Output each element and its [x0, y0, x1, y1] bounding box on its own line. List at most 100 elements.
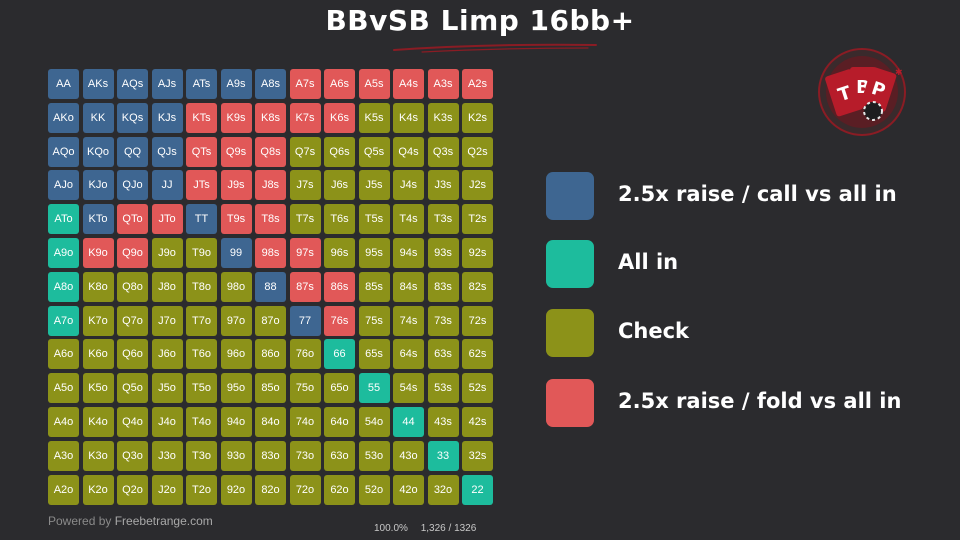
hand-cell-qq[interactable]: QQ: [117, 136, 148, 167]
hand-cell-q2o[interactable]: Q2o: [117, 474, 148, 505]
hand-cell-k2s[interactable]: K2s: [462, 102, 493, 133]
hand-cell-k7s[interactable]: K7s: [289, 102, 321, 133]
hand-cell-64o[interactable]: 64o: [324, 406, 355, 437]
hand-cell-kjo[interactable]: KJo: [82, 170, 114, 201]
hand-cell-64s[interactable]: 64s: [393, 339, 424, 370]
hand-cell-kk[interactable]: KK: [82, 102, 114, 133]
hand-cell-q4s[interactable]: Q4s: [393, 136, 424, 167]
hand-cell-85o[interactable]: 85o: [255, 373, 286, 404]
hand-cell-65o[interactable]: 65o: [324, 373, 355, 404]
hand-cell-a7o[interactable]: A7o: [48, 305, 79, 336]
hand-cell-t4s[interactable]: T4s: [393, 204, 424, 235]
hand-cell-t7o[interactable]: T7o: [186, 305, 217, 336]
hand-cell-98o[interactable]: 98o: [220, 271, 252, 302]
hand-cell-qto[interactable]: QTo: [117, 204, 148, 235]
hand-cell-k8o[interactable]: K8o: [82, 271, 114, 302]
hand-cell-43o[interactable]: 43o: [393, 440, 424, 471]
hand-cell-k5o[interactable]: K5o: [82, 373, 114, 404]
brand-link[interactable]: Freebetrange.com: [115, 514, 213, 528]
hand-cell-73o[interactable]: 73o: [289, 440, 321, 471]
hand-cell-q7o[interactable]: Q7o: [117, 305, 148, 336]
hand-cell-33[interactable]: 33: [427, 440, 459, 471]
hand-cell-q6o[interactable]: Q6o: [117, 339, 148, 370]
hand-cell-88[interactable]: 88: [255, 271, 286, 302]
hand-cell-jto[interactable]: JTo: [151, 204, 183, 235]
hand-cell-96s[interactable]: 96s: [324, 237, 355, 268]
hand-cell-43s[interactable]: 43s: [427, 406, 459, 437]
hand-cell-t7s[interactable]: T7s: [289, 204, 321, 235]
hand-cell-k6s[interactable]: K6s: [324, 102, 355, 133]
hand-cell-42s[interactable]: 42s: [462, 406, 493, 437]
hand-cell-a3s[interactable]: A3s: [427, 69, 459, 99]
hand-cell-a8o[interactable]: A8o: [48, 271, 79, 302]
hand-cell-a5o[interactable]: A5o: [48, 373, 79, 404]
hand-cell-t5o[interactable]: T5o: [186, 373, 217, 404]
hand-cell-t9s[interactable]: T9s: [220, 204, 252, 235]
hand-cell-ajo[interactable]: AJo: [48, 170, 79, 201]
hand-cell-j5o[interactable]: J5o: [151, 373, 183, 404]
hand-cell-t9o[interactable]: T9o: [186, 237, 217, 268]
hand-cell-ako[interactable]: AKo: [48, 102, 79, 133]
hand-cell-76o[interactable]: 76o: [289, 339, 321, 370]
hand-cell-96o[interactable]: 96o: [220, 339, 252, 370]
hand-cell-j2o[interactable]: J2o: [151, 474, 183, 505]
hand-cell-k2o[interactable]: K2o: [82, 474, 114, 505]
hand-cell-q8s[interactable]: Q8s: [255, 136, 286, 167]
hand-cell-a9o[interactable]: A9o: [48, 237, 79, 268]
hand-cell-65s[interactable]: 65s: [358, 339, 390, 370]
hand-cell-a6s[interactable]: A6s: [324, 69, 355, 99]
hand-cell-t3s[interactable]: T3s: [427, 204, 459, 235]
hand-cell-q4o[interactable]: Q4o: [117, 406, 148, 437]
hand-cell-82s[interactable]: 82s: [462, 271, 493, 302]
hand-cell-86s[interactable]: 86s: [324, 271, 355, 302]
hand-cell-k6o[interactable]: K6o: [82, 339, 114, 370]
hand-cell-53o[interactable]: 53o: [358, 440, 390, 471]
hand-cell-42o[interactable]: 42o: [393, 474, 424, 505]
hand-cell-k4o[interactable]: K4o: [82, 406, 114, 437]
hand-cell-k3s[interactable]: K3s: [427, 102, 459, 133]
hand-cell-ajs[interactable]: AJs: [151, 69, 183, 99]
hand-cell-85s[interactable]: 85s: [358, 271, 390, 302]
hand-cell-j3s[interactable]: J3s: [427, 170, 459, 201]
hand-cell-74o[interactable]: 74o: [289, 406, 321, 437]
hand-cell-jts[interactable]: JTs: [186, 170, 217, 201]
hand-cell-j4o[interactable]: J4o: [151, 406, 183, 437]
hand-cell-t8o[interactable]: T8o: [186, 271, 217, 302]
hand-cell-j7o[interactable]: J7o: [151, 305, 183, 336]
hand-cell-j8o[interactable]: J8o: [151, 271, 183, 302]
hand-cell-83o[interactable]: 83o: [255, 440, 286, 471]
hand-cell-j3o[interactable]: J3o: [151, 440, 183, 471]
hand-cell-54s[interactable]: 54s: [393, 373, 424, 404]
hand-cell-55[interactable]: 55: [358, 373, 390, 404]
hand-cell-a4s[interactable]: A4s: [393, 69, 424, 99]
hand-cell-95o[interactable]: 95o: [220, 373, 252, 404]
hand-cell-ats[interactable]: ATs: [186, 69, 217, 99]
hand-cell-kts[interactable]: KTs: [186, 102, 217, 133]
hand-cell-k5s[interactable]: K5s: [358, 102, 390, 133]
hand-cell-22[interactable]: 22: [462, 474, 493, 505]
hand-cell-a8s[interactable]: A8s: [255, 69, 286, 99]
hand-cell-63s[interactable]: 63s: [427, 339, 459, 370]
hand-cell-kto[interactable]: KTo: [82, 204, 114, 235]
hand-cell-95s[interactable]: 95s: [358, 237, 390, 268]
hand-cell-ato[interactable]: ATo: [48, 204, 79, 235]
hand-cell-99[interactable]: 99: [220, 237, 252, 268]
hand-cell-87s[interactable]: 87s: [289, 271, 321, 302]
hand-cell-87o[interactable]: 87o: [255, 305, 286, 336]
hand-cell-q6s[interactable]: Q6s: [324, 136, 355, 167]
hand-cell-75s[interactable]: 75s: [358, 305, 390, 336]
hand-cell-tt[interactable]: TT: [186, 204, 217, 235]
hand-cell-k9o[interactable]: K9o: [82, 237, 114, 268]
hand-cell-jj[interactable]: JJ: [151, 170, 183, 201]
hand-cell-t5s[interactable]: T5s: [358, 204, 390, 235]
hand-cell-92s[interactable]: 92s: [462, 237, 493, 268]
hand-cell-62s[interactable]: 62s: [462, 339, 493, 370]
hand-cell-93o[interactable]: 93o: [220, 440, 252, 471]
hand-cell-j7s[interactable]: J7s: [289, 170, 321, 201]
hand-cell-j9o[interactable]: J9o: [151, 237, 183, 268]
hand-cell-53s[interactable]: 53s: [427, 373, 459, 404]
hand-cell-t6s[interactable]: T6s: [324, 204, 355, 235]
hand-cell-q9o[interactable]: Q9o: [117, 237, 148, 268]
hand-cell-t8s[interactable]: T8s: [255, 204, 286, 235]
hand-cell-q3s[interactable]: Q3s: [427, 136, 459, 167]
